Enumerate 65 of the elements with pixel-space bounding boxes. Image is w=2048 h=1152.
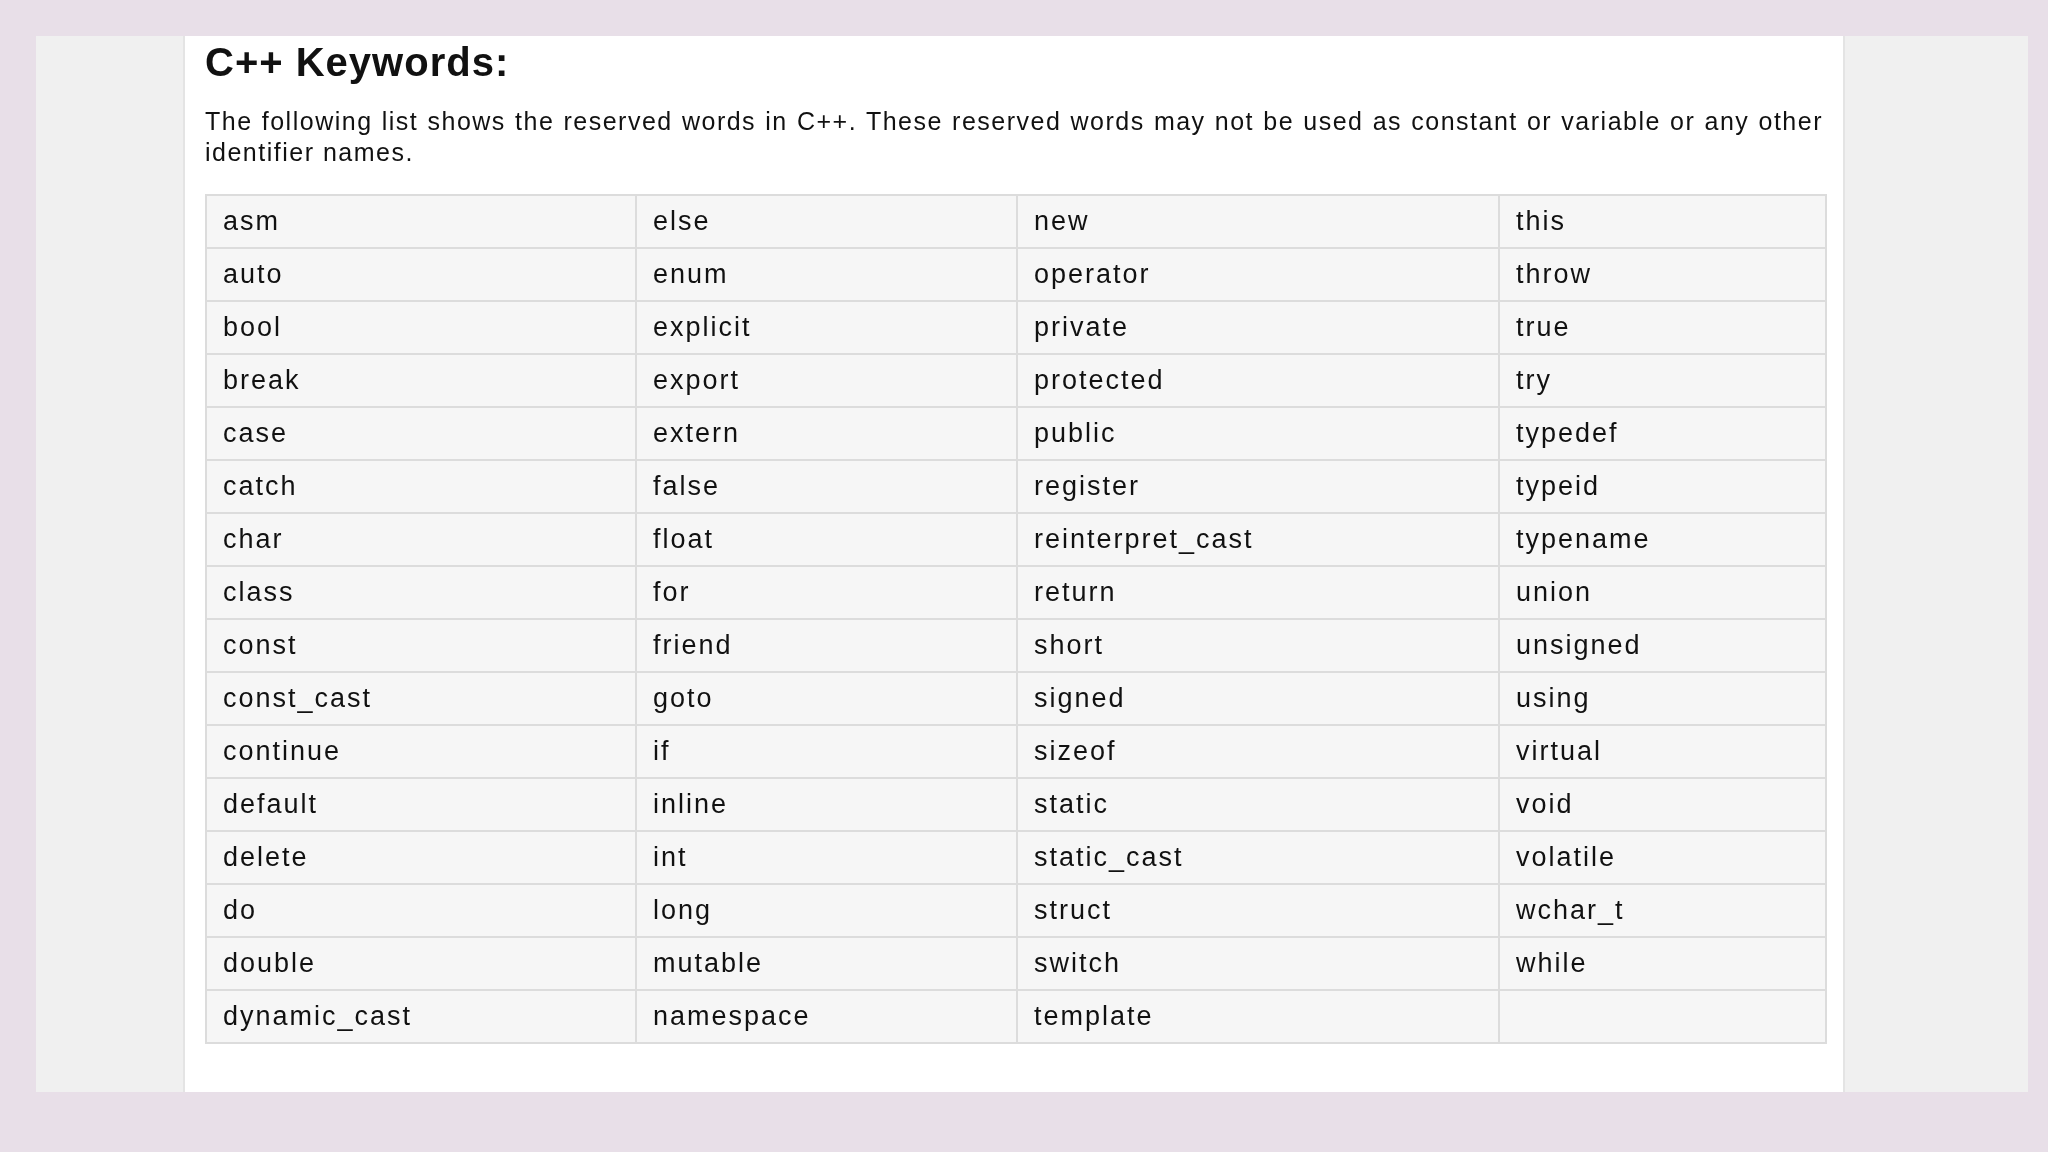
table-cell: union xyxy=(1499,566,1826,619)
table-cell: else xyxy=(636,195,1017,248)
table-cell: enum xyxy=(636,248,1017,301)
table-cell: typeid xyxy=(1499,460,1826,513)
table-cell: mutable xyxy=(636,937,1017,990)
table-cell: wchar_t xyxy=(1499,884,1826,937)
table-cell: namespace xyxy=(636,990,1017,1043)
table-cell: protected xyxy=(1017,354,1499,407)
table-cell: private xyxy=(1017,301,1499,354)
table-cell: return xyxy=(1017,566,1499,619)
table-cell: volatile xyxy=(1499,831,1826,884)
table-cell: operator xyxy=(1017,248,1499,301)
table-cell: goto xyxy=(636,672,1017,725)
table-cell: throw xyxy=(1499,248,1826,301)
table-cell: short xyxy=(1017,619,1499,672)
table-cell: sizeof xyxy=(1017,725,1499,778)
table-cell: class xyxy=(206,566,636,619)
table-cell: static xyxy=(1017,778,1499,831)
table-cell: explicit xyxy=(636,301,1017,354)
table-cell: unsigned xyxy=(1499,619,1826,672)
table-cell: false xyxy=(636,460,1017,513)
table-cell: int xyxy=(636,831,1017,884)
table-cell: extern xyxy=(636,407,1017,460)
table-cell: long xyxy=(636,884,1017,937)
table-cell: inline xyxy=(636,778,1017,831)
table-cell: try xyxy=(1499,354,1826,407)
table-cell: bool xyxy=(206,301,636,354)
table-cell: char xyxy=(206,513,636,566)
table-cell: delete xyxy=(206,831,636,884)
table-cell: do xyxy=(206,884,636,937)
table-cell: using xyxy=(1499,672,1826,725)
table-cell: this xyxy=(1499,195,1826,248)
table-cell: double xyxy=(206,937,636,990)
table-cell: export xyxy=(636,354,1017,407)
table-cell: const xyxy=(206,619,636,672)
table-cell: asm xyxy=(206,195,636,248)
table-cell: case xyxy=(206,407,636,460)
table-cell: public xyxy=(1017,407,1499,460)
table-cell: static_cast xyxy=(1017,831,1499,884)
table-cell: reinterpret_cast xyxy=(1017,513,1499,566)
table-cell: while xyxy=(1499,937,1826,990)
table-cell: dynamic_cast xyxy=(206,990,636,1043)
table-cell: catch xyxy=(206,460,636,513)
intro-paragraph: The following list shows the reserved words in C++. These reserved words may not be used as constant or variable or any other identifier names. xyxy=(205,106,1823,168)
table-cell: typedef xyxy=(1499,407,1826,460)
table-cell: signed xyxy=(1017,672,1499,725)
table-cell: friend xyxy=(636,619,1017,672)
table-cell: for xyxy=(636,566,1017,619)
table-cell: default xyxy=(206,778,636,831)
table-cell: float xyxy=(636,513,1017,566)
table-cell: break xyxy=(206,354,636,407)
table-cell: template xyxy=(1017,990,1499,1043)
table-cell: const_cast xyxy=(206,672,636,725)
table-cell: virtual xyxy=(1499,725,1826,778)
table-cell: register xyxy=(1017,460,1499,513)
table-cell: struct xyxy=(1017,884,1499,937)
table-cell: continue xyxy=(206,725,636,778)
table-cell: if xyxy=(636,725,1017,778)
table-cell: new xyxy=(1017,195,1499,248)
table-cell: true xyxy=(1499,301,1826,354)
page-heading: C++ Keywords: xyxy=(205,39,510,86)
table-cell: typename xyxy=(1499,513,1826,566)
table-cell: switch xyxy=(1017,937,1499,990)
table-cell: auto xyxy=(206,248,636,301)
table-cell: void xyxy=(1499,778,1826,831)
